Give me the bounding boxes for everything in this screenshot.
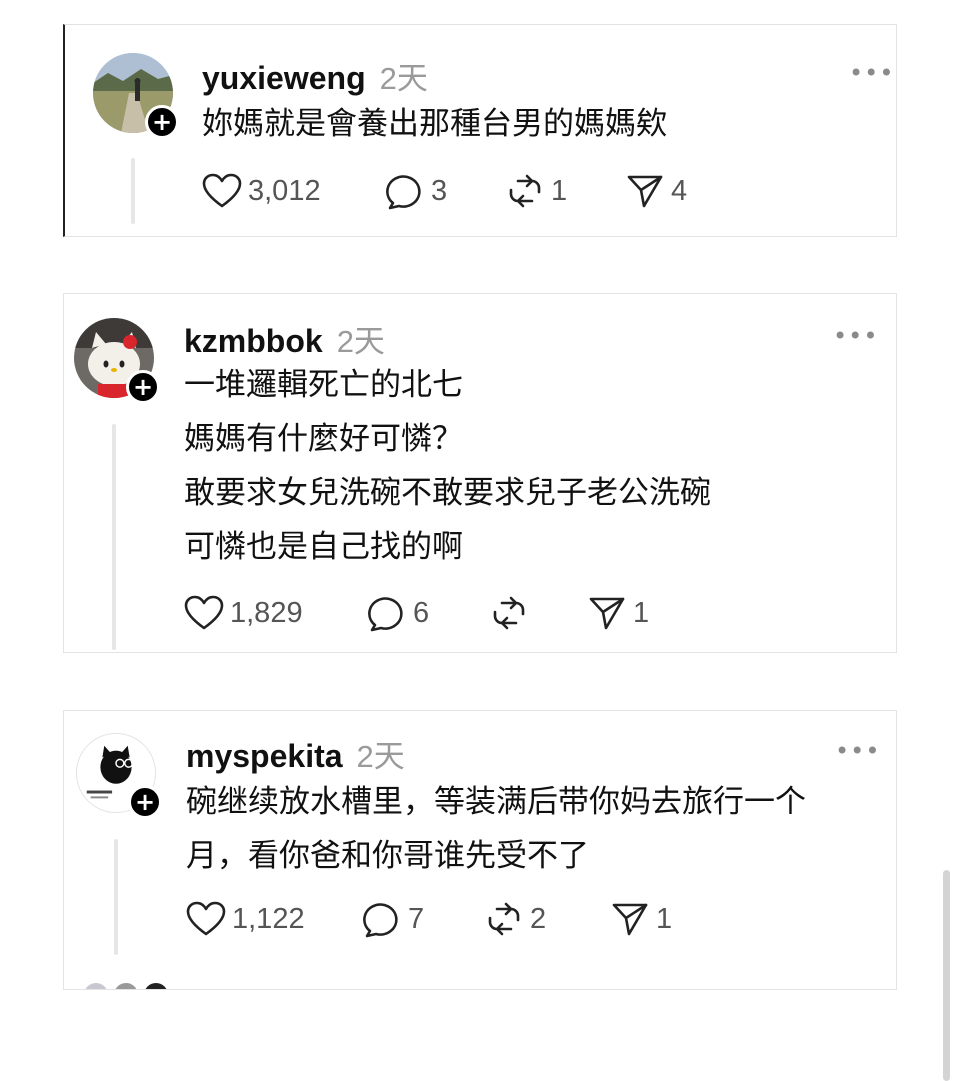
action-bar: 1,829 6 1 xyxy=(184,593,704,633)
username[interactable]: myspekita xyxy=(186,738,343,775)
reply-count: 3 xyxy=(431,174,448,207)
post-text-line: 妳媽就是會養出那種台男的媽媽欸 xyxy=(202,106,667,142)
reply-button[interactable]: 3 xyxy=(385,171,447,211)
timestamp: 2天 xyxy=(379,61,428,96)
more-options-icon[interactable]: ••• xyxy=(849,61,894,85)
comment-icon xyxy=(368,597,403,632)
repost-button[interactable]: 2 xyxy=(484,899,546,939)
post-header: myspekita 2天 xyxy=(186,731,405,776)
heart-icon xyxy=(184,595,224,630)
follow-plus-icon[interactable]: + xyxy=(126,370,160,404)
post-text-line: 可憐也是自己找的啊 xyxy=(184,529,463,565)
share-button[interactable]: 4 xyxy=(625,171,687,211)
follow-plus-icon[interactable]: + xyxy=(128,785,162,819)
post-text: 一堆邏輯死亡的北七 媽媽有什麼好可憐？ 敢要求女兒洗碗不敢要求兒子老公洗碗 可憐… xyxy=(184,358,711,574)
action-bar: 1,122 7 2 1 xyxy=(186,899,706,939)
repost-icon xyxy=(509,174,541,208)
avatar-stack-icon xyxy=(85,983,167,989)
share-count: 1 xyxy=(633,596,650,629)
like-count: 3,012 xyxy=(248,174,321,207)
send-icon xyxy=(627,175,663,208)
repost-icon xyxy=(493,596,525,630)
post-text-line: 媽媽有什麼好可憐？ xyxy=(184,421,463,457)
post-text: 妳媽就是會養出那種台男的媽媽欸 xyxy=(202,97,667,151)
follow-plus-icon[interactable]: + xyxy=(145,105,179,139)
post-card-myspekita: + myspekita 2天 ••• 碗继续放水槽里，等装满后带你妈去旅行一个 … xyxy=(63,710,897,990)
more-options-icon[interactable]: ••• xyxy=(833,324,878,348)
share-count: 1 xyxy=(656,902,673,935)
send-icon xyxy=(589,597,625,630)
reply-count: 6 xyxy=(413,596,430,629)
share-button[interactable]: 1 xyxy=(587,593,649,633)
like-count: 1,122 xyxy=(232,902,305,935)
repost-count: 2 xyxy=(530,902,547,935)
repost-count: 1 xyxy=(551,174,568,207)
reply-button[interactable]: 7 xyxy=(362,899,424,939)
reply-count: 7 xyxy=(408,902,425,935)
send-icon xyxy=(612,903,648,936)
avatar-group[interactable]: + xyxy=(74,318,164,408)
share-button[interactable]: 1 xyxy=(610,899,672,939)
repost-icon xyxy=(488,902,520,936)
next-post-avatars-peek xyxy=(74,981,194,989)
username[interactable]: kzmbbok xyxy=(184,323,323,360)
post-header: kzmbbok 2天 xyxy=(184,316,385,361)
thread-line xyxy=(131,158,135,224)
like-button[interactable]: 1,122 xyxy=(186,899,305,939)
avatar-group[interactable]: + xyxy=(76,733,166,823)
like-button[interactable]: 3,012 xyxy=(202,171,321,211)
share-count: 4 xyxy=(671,174,688,207)
post-text-line: 月，看你爸和你哥谁先受不了 xyxy=(186,838,589,874)
post-card-kzmbbok: + kzmbbok 2天 ••• 一堆邏輯死亡的北七 媽媽有什麼好可憐？ 敢要求… xyxy=(63,293,897,653)
reply-button[interactable]: 6 xyxy=(367,593,429,633)
post-header: yuxieweng 2天 xyxy=(202,53,428,98)
like-button[interactable]: 1,829 xyxy=(184,593,303,633)
post-text-line: 敢要求女兒洗碗不敢要求兒子老公洗碗 xyxy=(184,475,711,511)
post-text: 碗继续放水槽里，等装满后带你妈去旅行一个 月，看你爸和你哥谁先受不了 xyxy=(186,775,806,883)
thread-line xyxy=(112,424,116,650)
timestamp: 2天 xyxy=(336,324,385,359)
repost-button[interactable]: 1 xyxy=(505,171,567,211)
avatar-group[interactable]: + xyxy=(93,53,183,143)
heart-icon xyxy=(186,901,226,936)
comment-icon xyxy=(386,175,421,210)
action-bar: 3,012 3 1 4 xyxy=(202,171,722,211)
comment-icon xyxy=(363,903,398,938)
thread-line xyxy=(114,839,118,955)
repost-button[interactable] xyxy=(489,593,535,633)
like-count: 1,829 xyxy=(230,596,303,629)
post-card-yuxieweng: + yuxieweng 2天 ••• 妳媽就是會養出那種台男的媽媽欸 3,012… xyxy=(63,24,897,237)
scrollbar[interactable] xyxy=(943,870,950,1081)
heart-icon xyxy=(202,173,242,208)
post-text-line: 一堆邏輯死亡的北七 xyxy=(184,367,463,403)
username[interactable]: yuxieweng xyxy=(202,60,366,97)
more-options-icon[interactable]: ••• xyxy=(835,739,880,763)
post-text-line: 碗继续放水槽里，等装满后带你妈去旅行一个 xyxy=(186,784,806,820)
timestamp: 2天 xyxy=(356,739,405,774)
